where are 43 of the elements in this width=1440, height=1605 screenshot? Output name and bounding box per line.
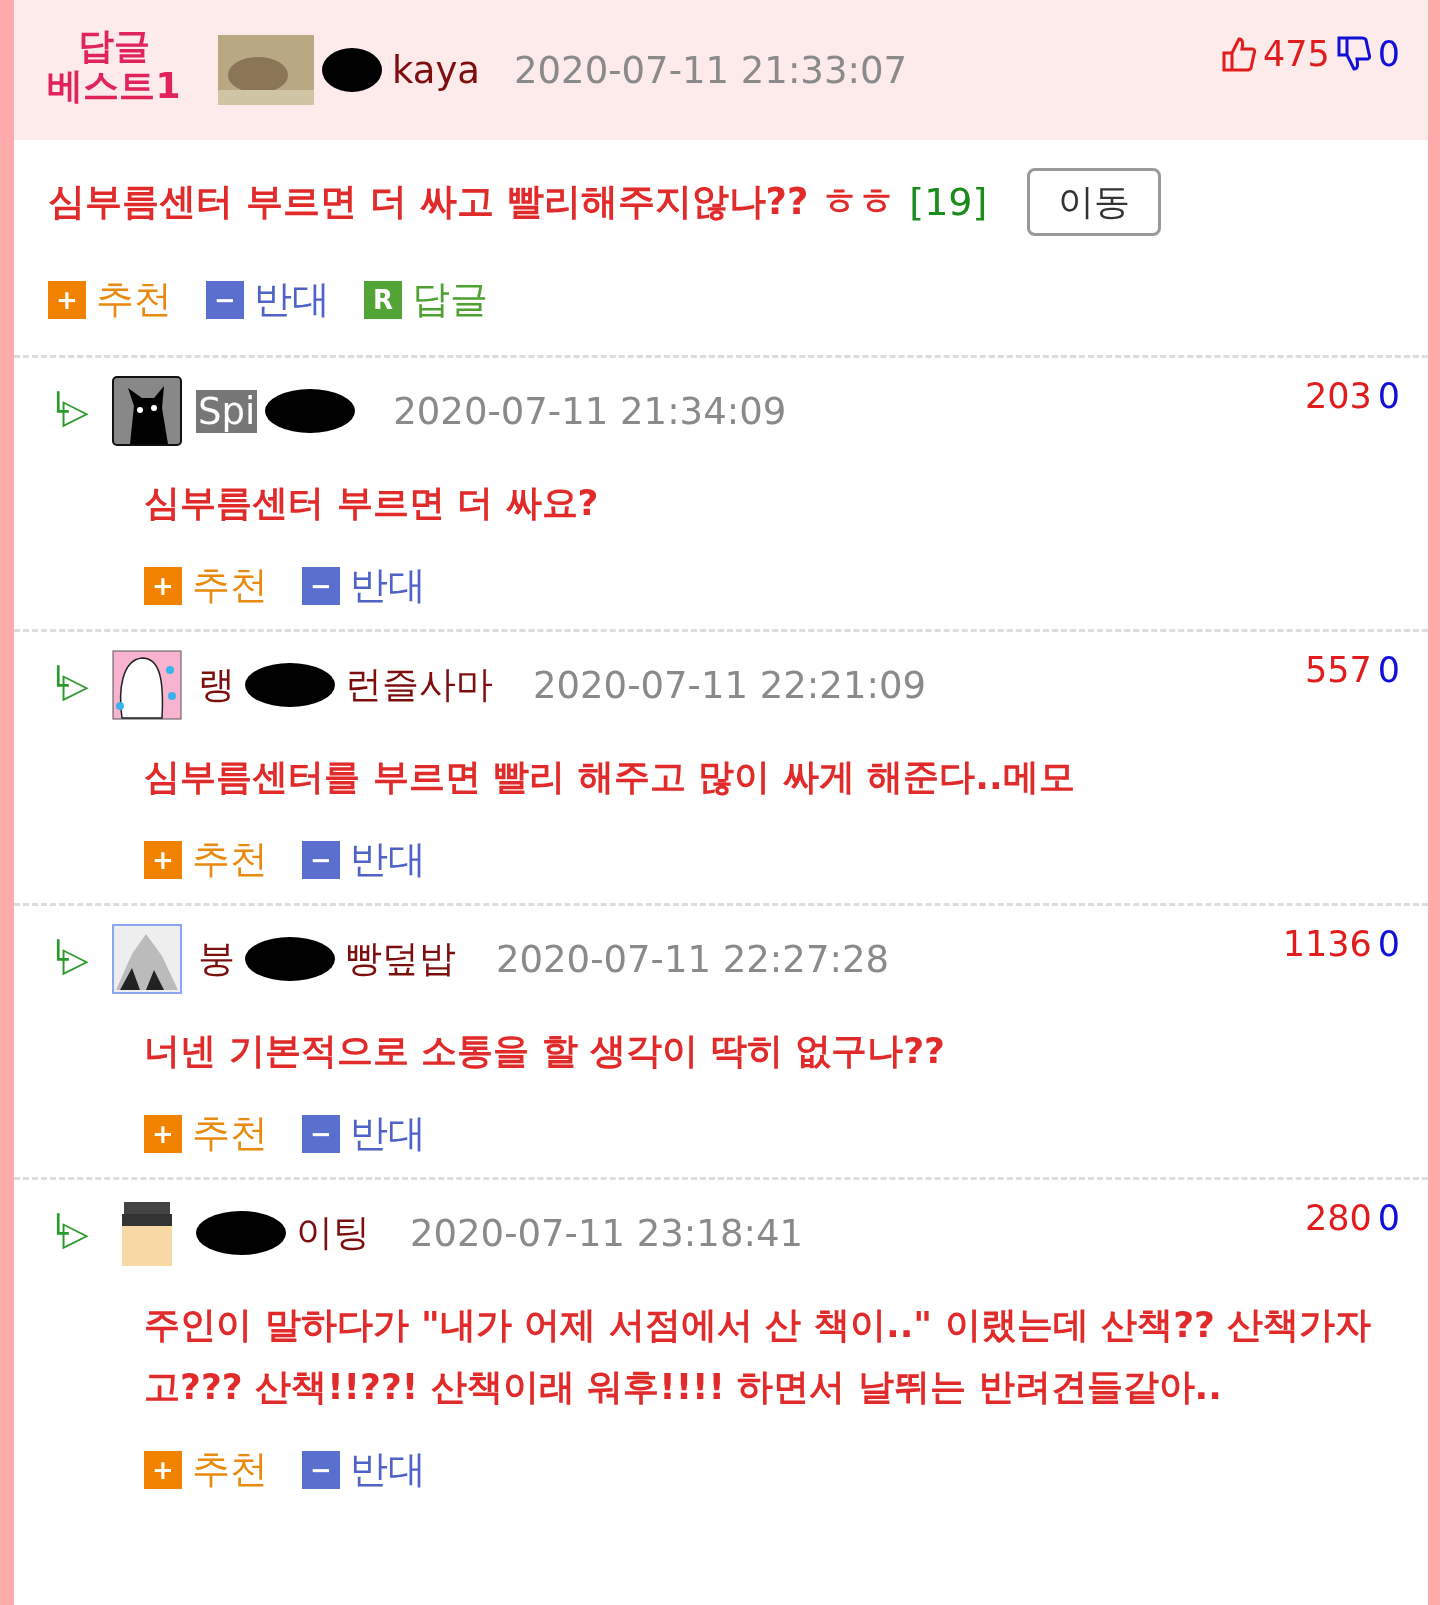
upvote-count: 1136 [1282,924,1372,964]
reply-arrow-icon: └▷ [48,1213,98,1253]
post-title: 심부름센터 부르면 더 싸고 빨리해주지않나?? ㅎㅎ [48,179,896,225]
user-name[interactable]: 런즐사마 [343,660,495,710]
reply-arrow-icon: └▷ [48,665,98,705]
downvote-count: 0 [1377,34,1400,74]
thumbs-up-icon [1220,35,1257,73]
oppose-link[interactable]: − 반대 [302,1108,426,1159]
upvote-count: 203 [1304,376,1372,416]
user-name[interactable]: Spi [196,389,258,433]
user-name[interactable]: 빵덮밥 [343,934,458,984]
reply-arrow-icon: └▷ [48,939,98,979]
comment-time: 2020-07-11 22:21:09 [533,663,926,707]
comment-text: 너넨 기본적으로 소통을 할 생각이 딱히 없구나?? [143,1029,946,1073]
reply-link[interactable]: R 답글 [364,274,488,325]
comment-text: 주인이 말하다가 "내가 어제 서점에서 산 책이.." 이랬는데 산책?? 산책가자 고??? 산책!!??! 산책이래 워후!!!! 하면서 날뛰는 반려견들같아.. [143,1303,1373,1409]
comment-time: 2020-07-11 21:34:09 [393,389,787,433]
user-name[interactable]: 랭 [196,660,237,710]
downvote-count: 0 [1377,1198,1400,1238]
oppose-link[interactable]: − 반대 [302,1444,426,1495]
oppose-link[interactable]: − 반대 [206,274,330,325]
user-name[interactable]: kaya [390,48,483,92]
comment-time: 2020-07-11 23:18:41 [410,1211,803,1255]
reply-arrow-icon: └▷ [48,391,98,431]
upvote-count: 280 [1304,1198,1372,1238]
comment-time: 2020-07-11 22:27:28 [496,937,889,981]
comment-text: 심부름센터 부르면 더 싸요? [143,481,600,525]
upvote-count: 475 [1262,34,1330,74]
user-name[interactable]: 붕 [196,934,237,984]
post-time: 2020-07-11 21:33:07 [514,48,907,92]
redaction-mark [322,45,382,95]
reply-count: [19] [909,180,988,224]
oppose-link[interactable]: − 반대 [302,560,426,611]
move-button[interactable]: 이동 [1027,168,1162,236]
best-reply-label: 답글 베스트1 [46,26,182,106]
downvote-count: 0 [1377,924,1400,964]
thumbs-down-icon [1335,35,1372,73]
comment-text: 심부름센터를 부르면 빨리 해주고 많이 싸게 해준다..메모 [143,755,1076,799]
downvote-count: 0 [1377,376,1400,416]
downvote-count: 0 [1377,650,1400,690]
upvote-count: 557 [1304,650,1372,690]
user-name[interactable]: 이팅 [294,1208,372,1258]
oppose-link[interactable]: − 반대 [302,834,426,885]
